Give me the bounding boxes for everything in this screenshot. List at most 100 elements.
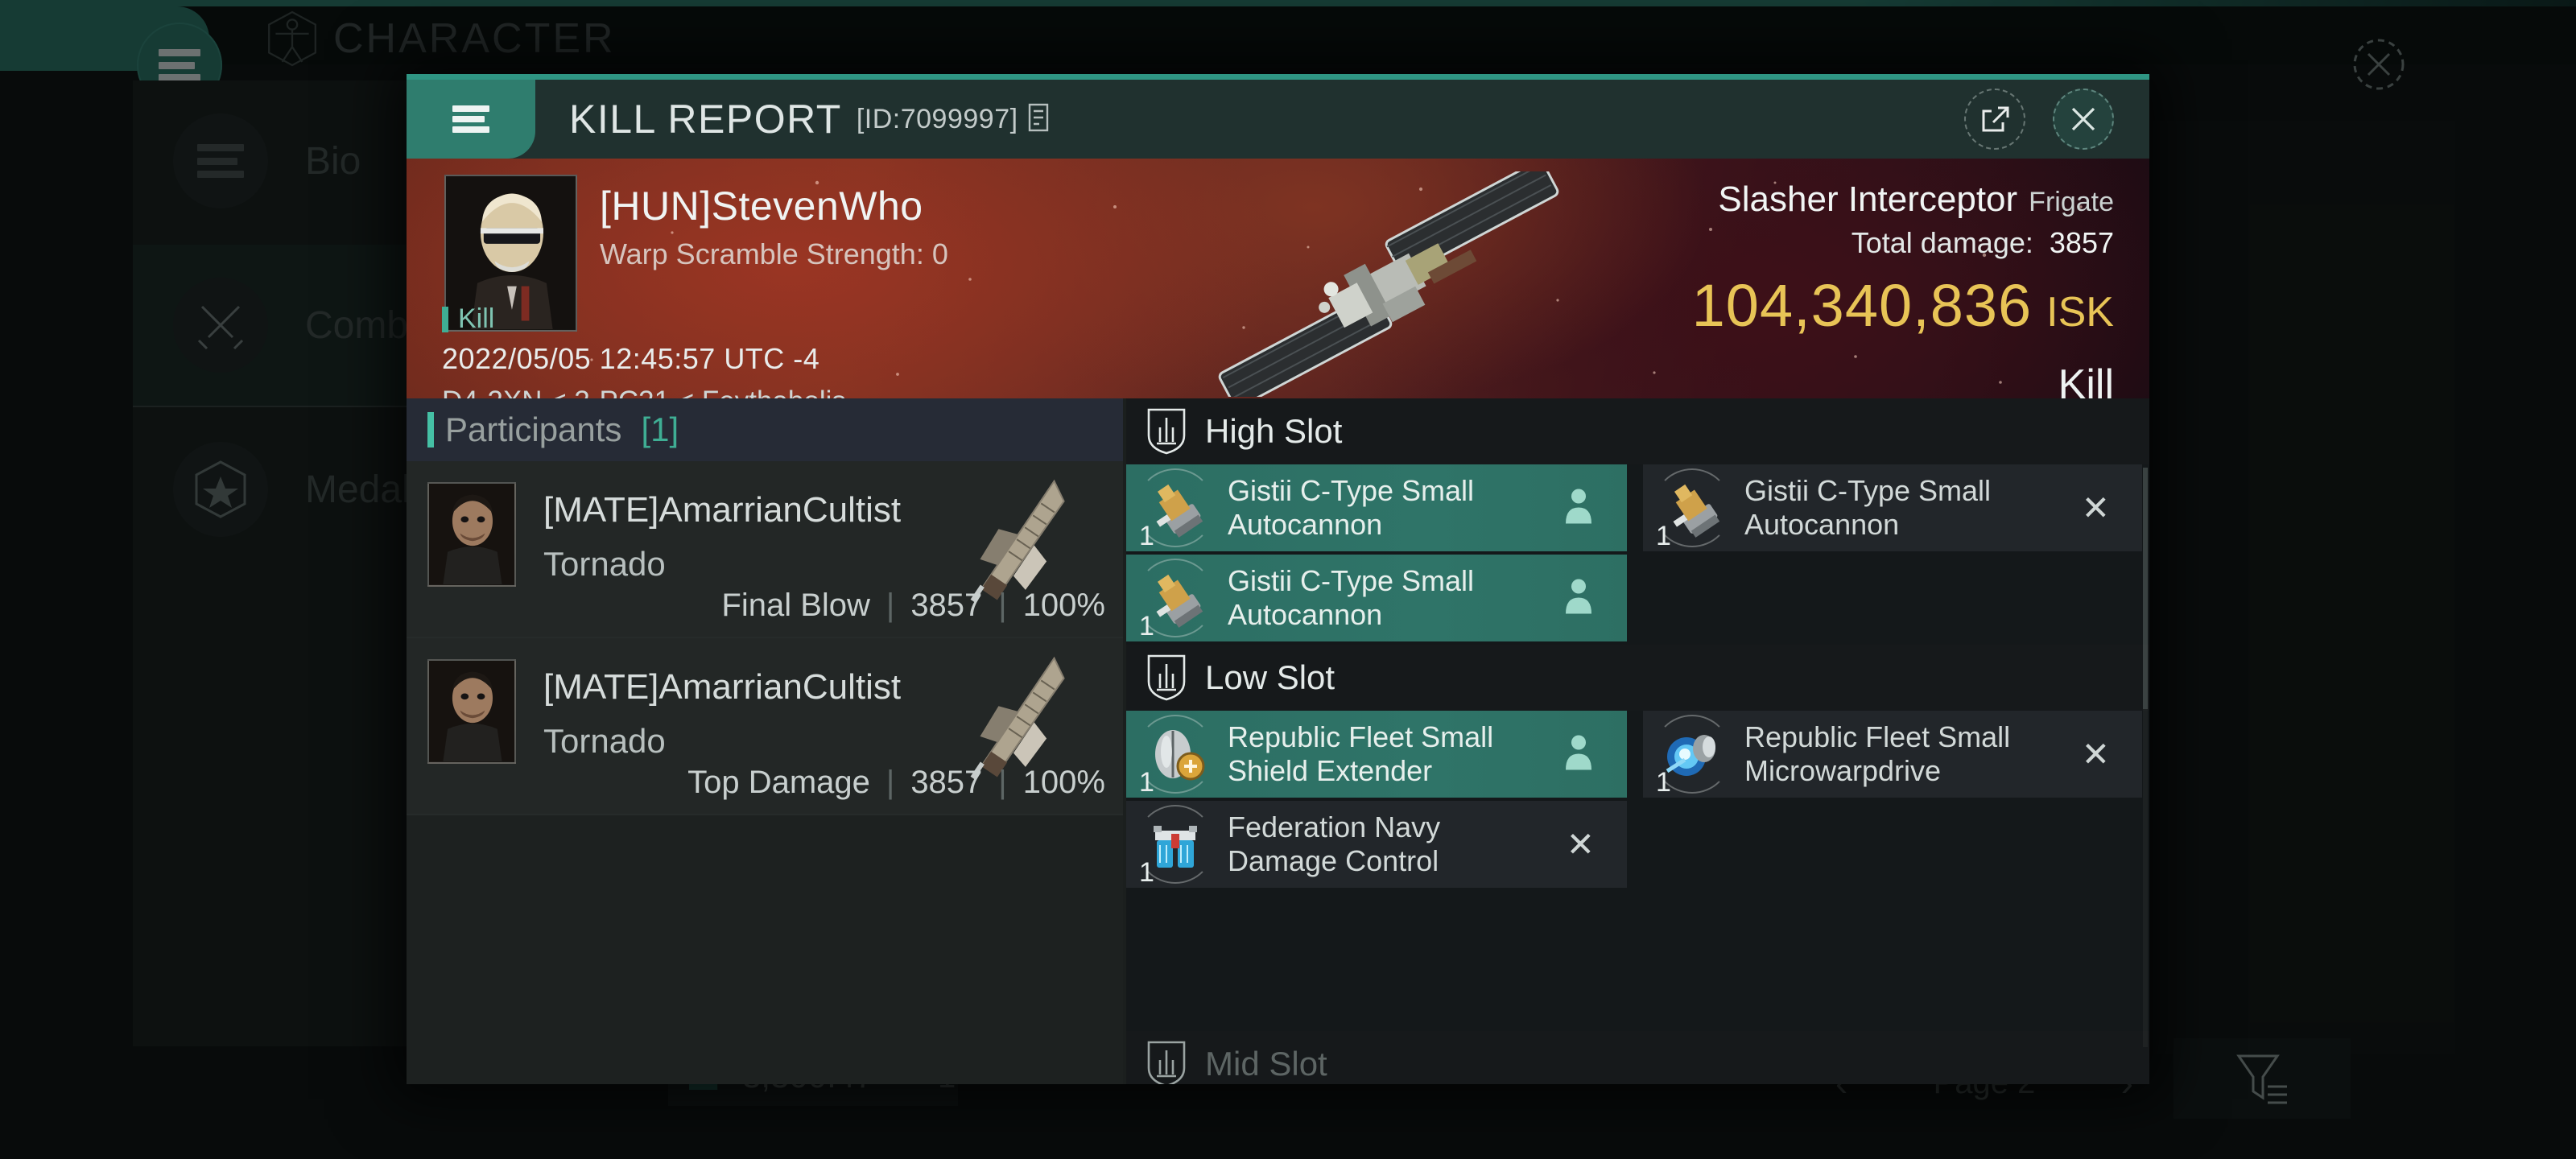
person-icon (1563, 487, 1595, 530)
isk-value: 104,340,836 (1691, 272, 2033, 339)
participant-damage: 3857 (910, 588, 983, 623)
kill-banner: [HUN]StevenWho Warp Scramble Strength: 0… (407, 159, 2149, 398)
slots-scrollbar[interactable] (2143, 468, 2148, 1047)
item-name: Gistii C-Type Small Autocannon (1228, 473, 1475, 541)
item-quantity: 1 (1139, 857, 1154, 888)
participant-name: [MATE]AmarrianCultist (543, 490, 902, 530)
participant-damage: 3857 (910, 765, 983, 800)
kill-report-id: [ID:7099997] (856, 103, 1018, 134)
ship-class: Frigate (2029, 187, 2114, 217)
total-damage: Total damage: 3857 (1692, 226, 2114, 260)
slot-group-title: Low Slot (1205, 658, 1335, 696)
participants-accent-bar (427, 412, 434, 448)
stat-separator: | (886, 765, 895, 800)
participant-avatar (427, 482, 516, 587)
stat-separator: | (998, 765, 1007, 800)
participant-row[interactable]: [MATE]AmarrianCultist Tornado Final Blow… (407, 461, 1123, 638)
copy-icon[interactable] (1025, 101, 1052, 138)
total-damage-value: 3857 (2049, 226, 2114, 259)
modal-content: Participants [1] [MATE]AmarrianCultist T… (407, 398, 2149, 1084)
item-name: Republic Fleet Small Microwarpdrive (1744, 720, 2011, 787)
kill-tag: Kill (442, 303, 494, 335)
slot-item-fitted[interactable]: 1 Gistii C-Type Small Autocannon (1126, 464, 1627, 551)
item-name: Gistii C-Type Small Autocannon (1228, 563, 1475, 631)
item-quantity: 1 (1656, 767, 1671, 798)
participant-portrait (429, 484, 514, 585)
slot-row: 1 Federation Navy Damage Control ✕ (1126, 801, 2149, 891)
slot-item-fitted[interactable]: 1 Republic Fleet Small Shield Extender (1126, 711, 1627, 798)
autocannon-icon: 1 (1136, 559, 1215, 641)
participants-count: [1] (641, 410, 679, 448)
stat-separator: | (998, 588, 1007, 623)
item-quantity: 1 (1139, 611, 1154, 641)
stat-separator: | (886, 588, 895, 623)
participant-row[interactable]: [MATE]AmarrianCultist Tornado Top Damage… (407, 638, 1123, 815)
slasher-ship-render (1218, 171, 1559, 397)
slot-item-fitted[interactable]: 1 Gistii C-Type Small Autocannon (1126, 555, 1627, 641)
slot-shield-icon (1147, 408, 1186, 455)
victim-name: [HUN]StevenWho (600, 184, 923, 229)
slot-group-title: Mid Slot (1205, 1045, 1327, 1083)
kill-tag-bar (442, 306, 448, 332)
modal-close-button[interactable] (2053, 89, 2114, 150)
slot-item-destroyed[interactable]: 1 Gistii C-Type Small Autocannon ✕ (1643, 464, 2142, 551)
participants-title: Participants (445, 410, 622, 448)
participants-header: Participants [1] (407, 398, 1123, 461)
total-damage-label: Total damage: (1851, 226, 2033, 259)
slot-item-empty (1643, 555, 2142, 641)
participant-portrait (429, 661, 514, 762)
participant-percent: 100% (1022, 765, 1105, 800)
autocannon-icon: 1 (1653, 468, 1732, 551)
kill-timestamp: 2022/05/05 12:45:57 UTC -4 (442, 342, 820, 375)
slot-item-empty (1643, 801, 2142, 888)
item-name: Republic Fleet Small Shield Extender (1228, 720, 1494, 787)
item-quantity: 1 (1139, 521, 1154, 551)
slot-row: 1 Gistii C-Type Small Autocannon (1126, 555, 2149, 645)
close-icon (2071, 107, 2095, 131)
participant-role: Final Blow (721, 588, 870, 623)
item-name: Gistii C-Type Small Autocannon (1744, 473, 1992, 541)
modal-header: KILL REPORT [ID:7099997] (407, 80, 2149, 159)
kill-result: Kill (2058, 361, 2114, 398)
modal-title: KILL REPORT (569, 97, 842, 142)
isk-value-line: 104,340,836 ISK (1692, 271, 2114, 340)
kill-tag-label: Kill (458, 303, 495, 334)
slot-item-destroyed[interactable]: 1 Republic Fleet Small Microwarpdrive ✕ (1643, 711, 2142, 798)
participant-avatar (427, 659, 516, 764)
participant-name: [MATE]AmarrianCultist (543, 667, 902, 707)
modal-menu-button[interactable] (407, 80, 535, 159)
hamburger-icon (452, 105, 489, 133)
modal-header-actions (1964, 89, 2149, 150)
slot-row: 1 Republic Fleet Small Shield Extender 1… (1126, 711, 2149, 801)
ship-name: Slasher Interceptor (1718, 179, 2018, 219)
participants-panel: Participants [1] [MATE]AmarrianCultist T… (407, 398, 1123, 1084)
participant-ship: Tornado (543, 545, 666, 583)
modal-accent-line (407, 74, 2149, 80)
ship-line: Slasher Interceptor Frigate (1692, 179, 2114, 220)
participant-stats: Final Blow | 3857 | 100% (721, 588, 1105, 624)
share-button[interactable] (1964, 89, 2025, 150)
slot-item-destroyed[interactable]: 1 Federation Navy Damage Control ✕ (1126, 801, 1627, 888)
participant-stats: Top Damage | 3857 | 100% (687, 765, 1105, 801)
slot-group-header-mid-partial: Mid Slot (1126, 1031, 2149, 1084)
slots-scrollbar-thumb[interactable] (2143, 468, 2148, 709)
slot-group-title: High Slot (1205, 412, 1343, 450)
warp-scramble-strength: Warp Scramble Strength: 0 (600, 237, 948, 270)
microwarpdrive-icon: 1 (1653, 715, 1732, 798)
item-name: Federation Navy Damage Control (1228, 810, 1441, 877)
damage-control-icon: 1 (1136, 805, 1215, 888)
person-icon (1563, 577, 1595, 620)
x-icon: ✕ (2081, 735, 2110, 773)
participant-percent: 100% (1022, 588, 1105, 623)
item-quantity: 1 (1139, 767, 1154, 798)
kill-location: D4-2XN < 3-PC31 < Feythabolis (442, 386, 846, 398)
isk-unit: ISK (2046, 289, 2114, 336)
kill-report-modal: KILL REPORT [ID:7099997] [HUN]StevenWho … (407, 74, 2149, 1084)
item-quantity: 1 (1656, 521, 1671, 551)
slot-row: 1 Gistii C-Type Small Autocannon (1126, 464, 2149, 555)
slot-group-header-high: High Slot (1126, 398, 2149, 464)
x-icon: ✕ (2081, 489, 2110, 527)
kill-summary: Slasher Interceptor Frigate Total damage… (1692, 179, 2114, 398)
shield-extender-icon: 1 (1136, 715, 1215, 798)
external-link-icon (1982, 106, 2009, 132)
